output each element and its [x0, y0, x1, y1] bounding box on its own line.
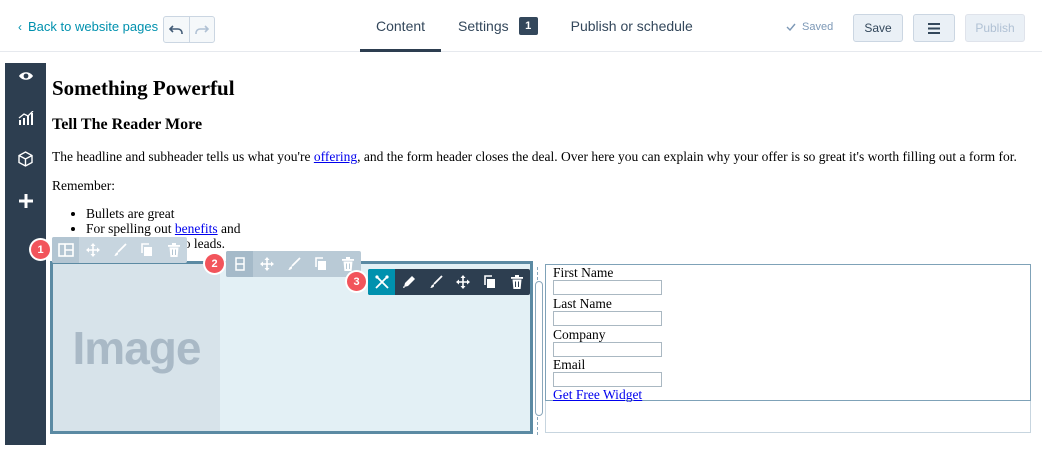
image-placeholder-label: Image [72, 321, 202, 374]
module-clone-button[interactable] [476, 269, 503, 295]
settings-count-badge: 1 [518, 17, 538, 35]
move-arrows-icon [259, 257, 274, 271]
section-style-button[interactable] [106, 237, 133, 263]
callout-marker-3: 3 [347, 272, 366, 291]
para-text-1: The headline and subheader tells us what… [52, 149, 314, 164]
hamburger-menu-icon [928, 22, 940, 34]
column-layout-button[interactable] [226, 251, 253, 277]
column-move-button[interactable] [253, 251, 280, 277]
undo-icon [169, 24, 184, 34]
section-delete-button[interactable] [160, 237, 187, 263]
tab-settings-label: Settings [458, 18, 509, 34]
column-style-button[interactable] [280, 251, 307, 277]
last-name-field[interactable] [553, 311, 662, 326]
body-paragraph[interactable]: The headline and subheader tells us what… [52, 149, 1017, 165]
copy-icon [315, 257, 326, 270]
bullet-text: For spelling out [86, 221, 175, 236]
column-resize-handle[interactable] [535, 281, 543, 416]
saved-status: Saved [786, 21, 833, 33]
brush-icon [287, 257, 301, 270]
editor-tabs: Content Settings 1 Publish or schedule [360, 0, 709, 52]
callout-marker-2: 2 [205, 254, 224, 273]
analytics-icon [18, 111, 33, 125]
email-field[interactable] [553, 372, 662, 387]
eye-icon [18, 72, 33, 80]
add-module-button[interactable] [5, 186, 46, 216]
tab-publish-label: Publish or schedule [570, 18, 693, 34]
editor-header: ‹ Back to website pages Content Settings… [0, 0, 1042, 52]
company-field[interactable] [553, 342, 662, 357]
callout-marker-1: 1 [31, 240, 50, 259]
layout-columns-icon [57, 243, 74, 257]
module-move-button[interactable] [449, 269, 476, 295]
chevron-left-icon: ‹ [18, 19, 22, 34]
menu-button[interactable] [913, 14, 955, 42]
page-headline[interactable]: Something Powerful [52, 76, 235, 101]
analytics-button[interactable] [5, 103, 46, 133]
brush-icon [113, 243, 127, 256]
preview-button[interactable] [5, 61, 46, 91]
move-arrows-icon [85, 243, 100, 257]
undo-button[interactable] [164, 17, 189, 42]
modules-button[interactable] [5, 144, 46, 174]
column-icon [234, 257, 245, 271]
save-button[interactable]: Save [853, 14, 903, 42]
page-canvas: Something Powerful Tell The Reader More … [46, 63, 1036, 445]
section-toolbar [52, 237, 187, 263]
plus-icon [18, 194, 33, 208]
bullet-text: and [217, 221, 241, 236]
saved-label: Saved [802, 21, 834, 33]
last-name-label: Last Name [553, 296, 612, 311]
move-arrows-icon [455, 275, 470, 289]
redo-button[interactable] [188, 17, 214, 42]
remember-text[interactable]: Remember: [52, 178, 115, 194]
trash-icon [341, 257, 354, 271]
column-clone-button[interactable] [307, 251, 334, 277]
module-box-icon [18, 151, 33, 167]
tab-settings[interactable]: Settings 1 [441, 0, 554, 52]
publish-button[interactable]: Publish [965, 14, 1025, 42]
module-toolbar [368, 269, 530, 295]
module-style-button[interactable] [422, 269, 449, 295]
section-move-button[interactable] [79, 237, 106, 263]
module-edit-button[interactable] [395, 269, 422, 295]
brush-icon [429, 275, 443, 288]
module-settings-button[interactable] [368, 269, 395, 295]
undo-redo-group [163, 16, 215, 43]
column-toolbar [226, 251, 361, 277]
copy-icon [141, 243, 152, 256]
copy-icon [484, 275, 495, 288]
redo-icon [195, 24, 209, 34]
email-label: Email [553, 357, 586, 372]
tab-content[interactable]: Content [360, 0, 442, 52]
tools-icon [374, 275, 389, 289]
back-link-label: Back to website pages [28, 19, 159, 34]
section-clone-button[interactable] [133, 237, 160, 263]
benefits-link[interactable]: benefits [175, 221, 218, 236]
trash-icon [510, 275, 523, 289]
offering-link[interactable]: offering [314, 149, 357, 164]
get-free-widget-link[interactable]: Get Free Widget [553, 387, 642, 403]
section-layout-button[interactable] [52, 237, 79, 263]
company-label: Company [553, 327, 606, 342]
module-delete-button[interactable] [503, 269, 530, 295]
list-item: Bullets are great [86, 206, 241, 221]
page-subheadline[interactable]: Tell The Reader More [52, 116, 202, 134]
pencil-icon [402, 276, 415, 288]
para-text-2: , and the form header closes the deal. O… [357, 149, 1017, 164]
first-name-label: First Name [553, 265, 614, 280]
back-to-website-pages-link[interactable]: ‹ Back to website pages [18, 19, 158, 34]
list-item: For spelling out benefits and [86, 221, 241, 236]
tab-content-label: Content [376, 18, 426, 34]
image-placeholder[interactable]: Image [53, 264, 220, 431]
first-name-field[interactable] [553, 280, 662, 295]
tab-publish-or-schedule[interactable]: Publish or schedule [554, 0, 709, 52]
checkmark-icon [786, 23, 796, 31]
trash-icon [167, 243, 180, 257]
